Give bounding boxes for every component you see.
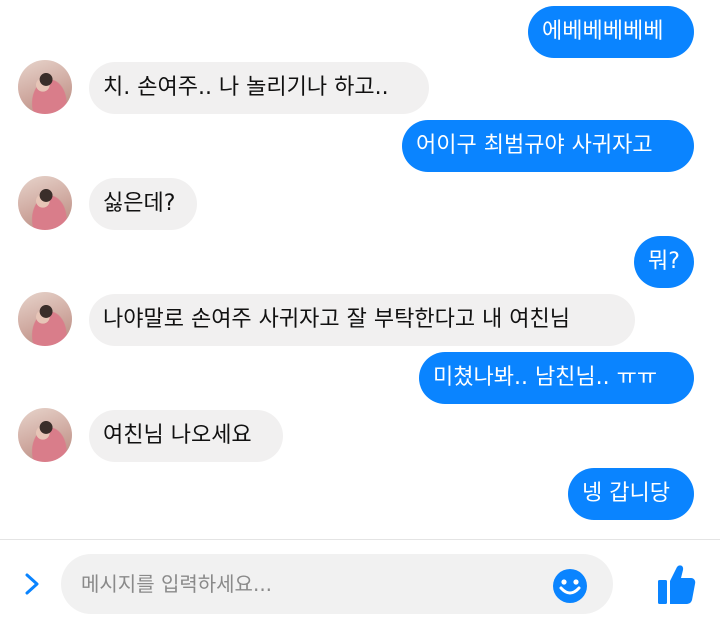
composer-bar: 메시지를 입력하세요... xyxy=(0,540,720,628)
message-incoming: 싫은데? xyxy=(89,178,197,230)
contact-avatar[interactable] xyxy=(18,292,72,346)
message-outgoing: 넹 갑니당 xyxy=(568,468,694,520)
message-outgoing: 에베베베베베 xyxy=(528,6,694,58)
smiley-icon[interactable] xyxy=(552,568,588,604)
message-outgoing: 미쳤나봐.. 남친님.. ㅠㅠ xyxy=(419,352,694,404)
contact-avatar[interactable] xyxy=(18,408,72,462)
message-incoming: 여친님 나오세요 xyxy=(89,410,283,462)
message-input[interactable]: 메시지를 입력하세요... xyxy=(61,554,613,614)
thumbs-up-icon[interactable] xyxy=(656,562,696,606)
contact-avatar[interactable] xyxy=(18,60,72,114)
message-incoming: 나야말로 손여주 사귀자고 잘 부탁한다고 내 여친님 xyxy=(89,294,635,346)
chevron-right-icon[interactable] xyxy=(20,570,44,598)
message-outgoing: 뭐? xyxy=(634,236,694,288)
message-thread: 에베베베베베 치. 손여주.. 나 놀리기나 하고.. 어이구 최범규야 사귀자… xyxy=(0,0,720,540)
contact-avatar[interactable] xyxy=(18,176,72,230)
message-outgoing: 어이구 최범규야 사귀자고 xyxy=(402,120,694,172)
message-incoming: 치. 손여주.. 나 놀리기나 하고.. xyxy=(89,62,429,114)
